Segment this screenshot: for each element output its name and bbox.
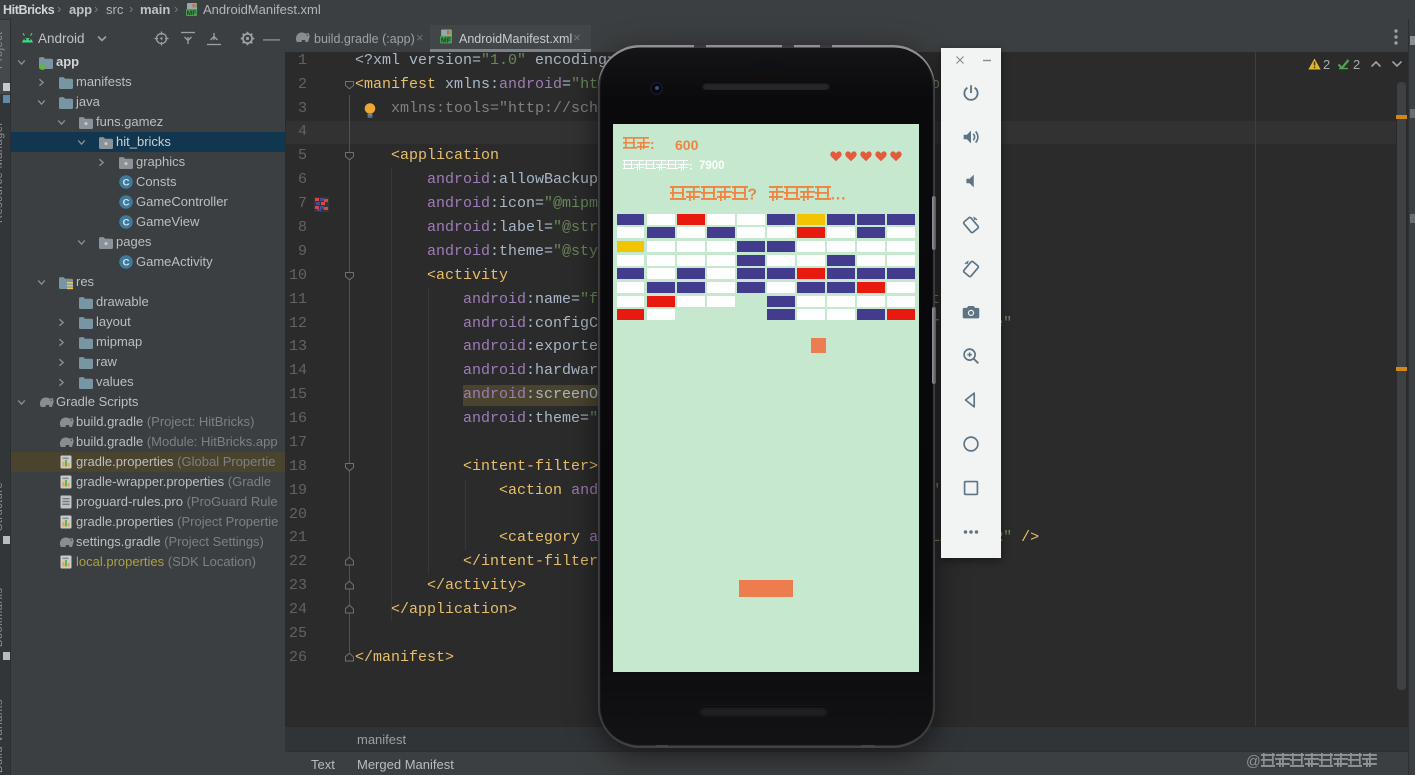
svg-text:MF: MF (441, 37, 452, 44)
